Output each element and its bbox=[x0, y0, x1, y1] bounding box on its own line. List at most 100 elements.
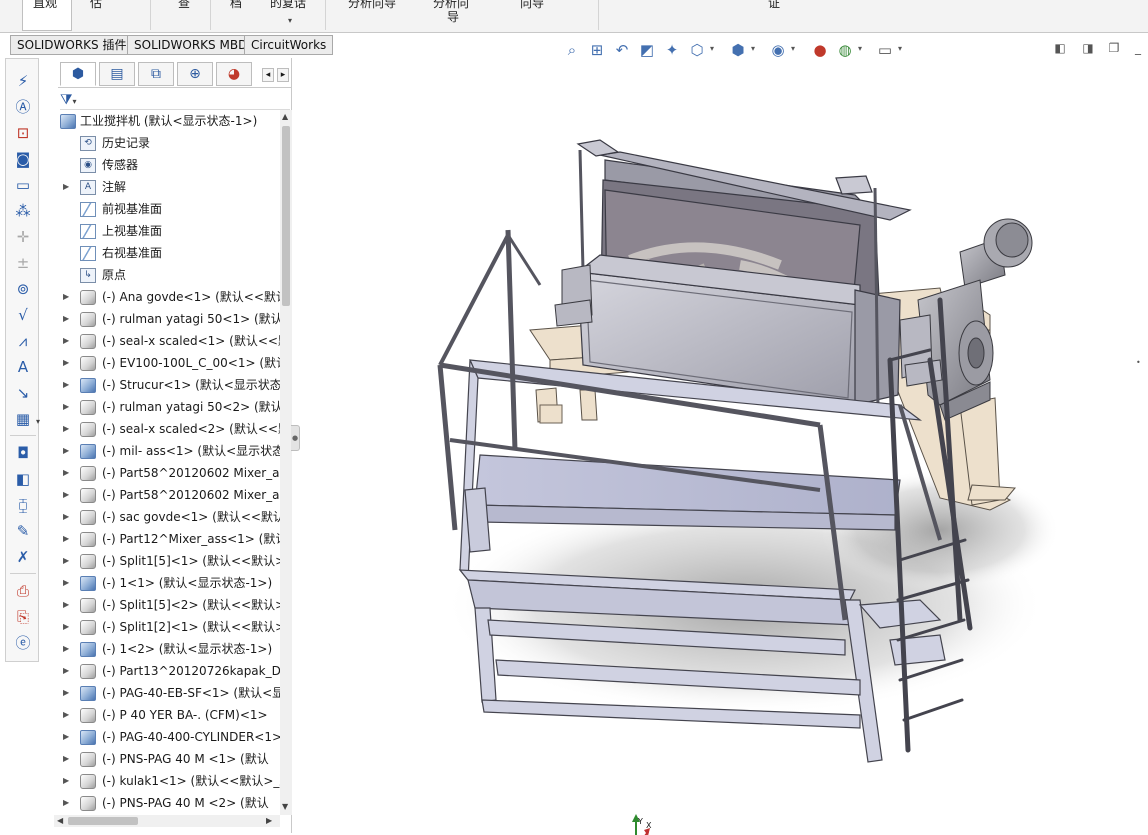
publish-3d-pdf-icon[interactable]: ⎙ bbox=[12, 581, 34, 601]
expand-toggle-icon[interactable]: ▶ bbox=[63, 374, 71, 396]
expand-toggle-icon[interactable]: ▶ bbox=[63, 286, 71, 308]
zoom-to-area-icon[interactable]: ⊞ bbox=[587, 40, 607, 60]
tree-item[interactable]: 右视基准面 bbox=[54, 242, 282, 264]
ribbon-button-estimate[interactable]: 估 bbox=[90, 0, 102, 9]
tree-item[interactable]: ▶ (-) seal-x scaled<1> (默认<<默 bbox=[54, 330, 282, 352]
tree-item[interactable]: ▶ (-) Split1[2]<1> (默认<<默认> bbox=[54, 616, 282, 638]
hole-callout-icon[interactable]: ↘ bbox=[12, 383, 34, 403]
ribbon-button-analysis-wizard-2-line2[interactable]: 导 bbox=[447, 11, 459, 23]
tree-root-assembly[interactable]: 工业搅拌机 (默认<显示状态-1>) bbox=[54, 110, 282, 132]
tree-item[interactable]: ◉ 传感器 bbox=[54, 154, 282, 176]
publish-stl-icon[interactable]: ⎘ bbox=[12, 607, 34, 627]
chevron-down-icon[interactable]: ▾ bbox=[858, 44, 862, 53]
expand-toggle-icon[interactable]: ▶ bbox=[63, 418, 71, 440]
restore-icon[interactable]: ❐ bbox=[1106, 40, 1122, 56]
ribbon-button-analysis-wizard[interactable]: 分析向导 bbox=[348, 0, 396, 9]
scroll-down-icon[interactable]: ▼ bbox=[282, 802, 288, 811]
magnetic-line-icon[interactable]: ▭ bbox=[12, 175, 34, 195]
tree-item[interactable]: ▶ (-) EV100-100L_C_00<1> (默认 bbox=[54, 352, 282, 374]
ribbon-button-intuitive[interactable]: 直观 bbox=[33, 0, 57, 9]
tree-item[interactable]: ▶ (-) Part12^Mixer_ass<1> (默认 bbox=[54, 528, 282, 550]
text-icon[interactable]: A bbox=[12, 357, 34, 377]
zoom-to-fit-icon[interactable]: ⌕ bbox=[562, 40, 582, 60]
capture-3d-view-icon[interactable]: ◧ bbox=[12, 469, 34, 489]
tabs-scroll-right-icon[interactable]: ▸ bbox=[277, 68, 289, 82]
expand-toggle-icon[interactable]: ▶ bbox=[63, 770, 71, 792]
edit-appearance-icon[interactable]: ● bbox=[810, 40, 830, 60]
tab-circuitworks[interactable]: CircuitWorks bbox=[244, 35, 334, 55]
edrawings-icon[interactable]: ⓔ bbox=[12, 633, 34, 653]
tabs-scroll-left-icon[interactable]: ◂ bbox=[262, 68, 274, 82]
tree-item[interactable]: ▶ A 注解 bbox=[54, 176, 282, 198]
expand-toggle-icon[interactable]: ▶ bbox=[63, 682, 71, 704]
chevron-down-icon[interactable]: ▾ bbox=[36, 417, 40, 426]
tab-property-manager[interactable]: ▤ bbox=[99, 62, 135, 86]
chevron-down-icon[interactable]: ▾ bbox=[898, 44, 902, 53]
scroll-right-icon[interactable]: ▶ bbox=[266, 816, 272, 825]
auto-dimension-icon[interactable]: ✎ bbox=[12, 521, 34, 541]
ribbon-button-document[interactable]: 档 bbox=[230, 0, 242, 9]
tab-dimxpert-manager[interactable]: ⊕ bbox=[177, 62, 213, 86]
3d-view-icon[interactable]: ◘ bbox=[12, 443, 34, 463]
tree-item[interactable]: ▶ (-) mil- ass<1> (默认<显示状态 bbox=[54, 440, 282, 462]
format-painter-icon[interactable]: ⁂ bbox=[12, 201, 34, 221]
tree-item[interactable]: ▶ (-) 1<2> (默认<显示状态-1>) bbox=[54, 638, 282, 660]
hide-show-items-icon[interactable]: ◉ bbox=[768, 40, 788, 60]
scroll-left-icon[interactable]: ◀ bbox=[57, 816, 63, 825]
scroll-up-icon[interactable]: ▲ bbox=[282, 112, 288, 121]
tab-solidworks-mbd[interactable]: SOLIDWORKS MBD bbox=[127, 35, 255, 55]
graphics-area[interactable]: • Y X Z bbox=[300, 60, 1148, 835]
balloon-icon[interactable]: ⊡ bbox=[12, 123, 34, 143]
split-left-icon[interactable]: ◧ bbox=[1052, 40, 1068, 56]
ribbon-button-analysis-wizard-2[interactable]: 分析向 bbox=[433, 0, 469, 9]
tree-item[interactable]: ▶ (-) rulman yatagi 50<1> (默认 bbox=[54, 308, 282, 330]
panel-collapse-handle[interactable]: ● bbox=[291, 425, 300, 451]
tree-item[interactable]: ▶ (-) Strucur<1> (默认<显示状态 bbox=[54, 374, 282, 396]
scroll-thumb[interactable] bbox=[68, 817, 138, 825]
split-right-icon[interactable]: ◨ bbox=[1080, 40, 1096, 56]
tree-item[interactable]: 上视基准面 bbox=[54, 220, 282, 242]
tree-item[interactable]: ▶ (-) Split1[5]<2> (默认<<默认> bbox=[54, 594, 282, 616]
tree-item[interactable]: ↳ 原点 bbox=[54, 264, 282, 286]
tab-configuration-manager[interactable]: ⧉ bbox=[138, 62, 174, 86]
tree-item[interactable]: ▶ (-) 1<1> (默认<显示状态-1>) bbox=[54, 572, 282, 594]
expand-toggle-icon[interactable]: ▶ bbox=[63, 704, 71, 726]
expand-toggle-icon[interactable]: ▶ bbox=[63, 638, 71, 660]
ribbon-button-verify[interactable]: 证 bbox=[768, 0, 780, 9]
chevron-down-icon[interactable]: ▾ bbox=[791, 44, 795, 53]
view-orientation-icon[interactable]: ⬡ bbox=[687, 40, 707, 60]
tolerance-status-icon[interactable]: ✗ bbox=[12, 547, 34, 567]
expand-toggle-icon[interactable]: ▶ bbox=[63, 594, 71, 616]
mixer-3d-model[interactable]: • bbox=[300, 60, 1148, 835]
tab-feature-tree[interactable]: ⬢ bbox=[60, 62, 96, 86]
tree-item[interactable]: ▶ (-) seal-x scaled<2> (默认<<默 bbox=[54, 418, 282, 440]
chevron-down-icon[interactable]: ▾ bbox=[751, 44, 755, 53]
chevron-down-icon[interactable]: ▾ bbox=[288, 16, 292, 25]
expand-toggle-icon[interactable]: ▶ bbox=[63, 726, 71, 748]
tree-filter[interactable]: ⧩▾ bbox=[60, 90, 290, 110]
tree-item[interactable]: ▶ (-) sac govde<1> (默认<<默认 bbox=[54, 506, 282, 528]
chevron-down-icon[interactable]: ▾ bbox=[710, 44, 714, 53]
tree-item[interactable]: ⟲ 历史记录 bbox=[54, 132, 282, 154]
previous-view-icon[interactable]: ↶ bbox=[612, 40, 632, 60]
weld-symbol-icon[interactable]: ⩘ bbox=[12, 331, 34, 351]
tree-vertical-scrollbar[interactable]: ▲ ▼ bbox=[280, 110, 292, 815]
expand-toggle-icon[interactable]: ▶ bbox=[63, 308, 71, 330]
tree-item[interactable]: ▶ (-) PNS-PAG 40 M <1> (默认 bbox=[54, 748, 282, 770]
expand-toggle-icon[interactable]: ▶ bbox=[63, 506, 71, 528]
dimxpert-icon[interactable]: ⧮ bbox=[12, 495, 34, 515]
tree-item[interactable]: ▶ (-) Part58^20120602 Mixer_as bbox=[54, 462, 282, 484]
expand-toggle-icon[interactable]: ▶ bbox=[63, 176, 71, 198]
display-style-icon[interactable]: ⬢ bbox=[728, 40, 748, 60]
tree-item[interactable]: ▶ (-) PAG-40-EB-SF<1> (默认<显 bbox=[54, 682, 282, 704]
tree-item[interactable]: ▶ (-) PAG-40-400-CYLINDER<1> bbox=[54, 726, 282, 748]
section-view-icon[interactable]: ◩ bbox=[637, 40, 657, 60]
apply-scene-icon[interactable]: ◍ bbox=[835, 40, 855, 60]
expand-toggle-icon[interactable]: ▶ bbox=[63, 616, 71, 638]
dynamic-annotation-icon[interactable]: ✦ bbox=[662, 40, 682, 60]
expand-toggle-icon[interactable]: ▶ bbox=[63, 440, 71, 462]
smart-dimension-icon[interactable]: ⚡ bbox=[12, 71, 34, 91]
datum-feature-icon[interactable]: ⊚ bbox=[12, 279, 34, 299]
surface-finish-icon[interactable]: √ bbox=[12, 305, 34, 325]
expand-toggle-icon[interactable]: ▶ bbox=[63, 528, 71, 550]
